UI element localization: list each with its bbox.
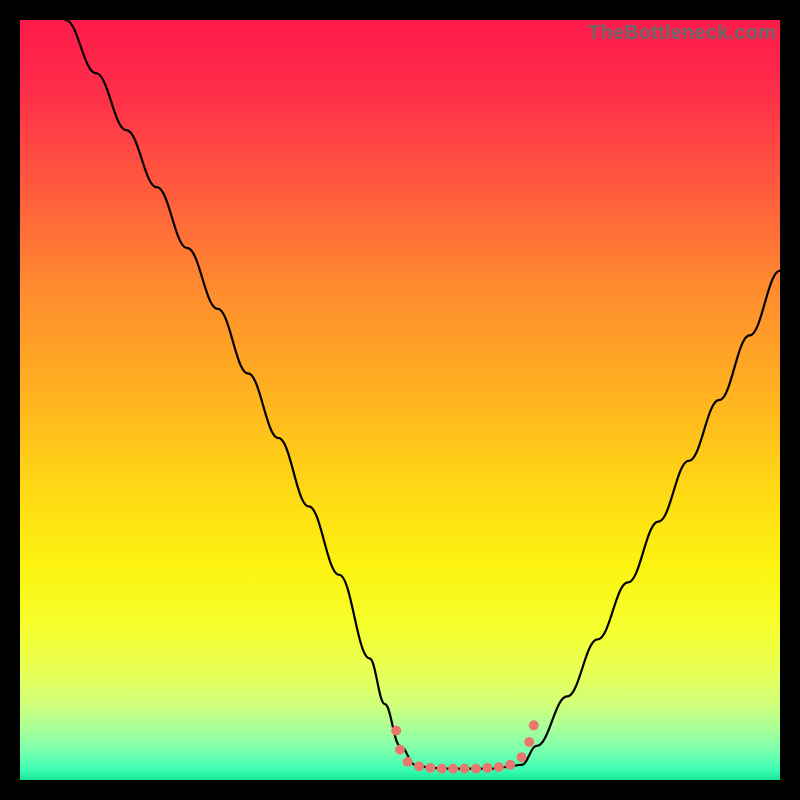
- watermark-label: TheBottleneck.com: [588, 22, 776, 45]
- chart-svg: [20, 20, 780, 780]
- marker-point: [517, 752, 527, 762]
- marker-point: [395, 745, 405, 755]
- marker-point: [471, 764, 481, 774]
- marker-point: [494, 762, 504, 772]
- marker-point: [482, 763, 492, 773]
- chart-background: [20, 20, 780, 780]
- marker-point: [391, 726, 401, 736]
- marker-point: [529, 720, 539, 730]
- marker-point: [505, 760, 515, 770]
- marker-point: [460, 764, 470, 774]
- marker-point: [425, 763, 435, 773]
- chart-frame: TheBottleneck.com: [20, 20, 780, 780]
- marker-point: [414, 761, 424, 771]
- marker-point: [403, 757, 413, 767]
- marker-point: [448, 764, 458, 774]
- marker-point: [524, 737, 534, 747]
- marker-point: [437, 764, 447, 774]
